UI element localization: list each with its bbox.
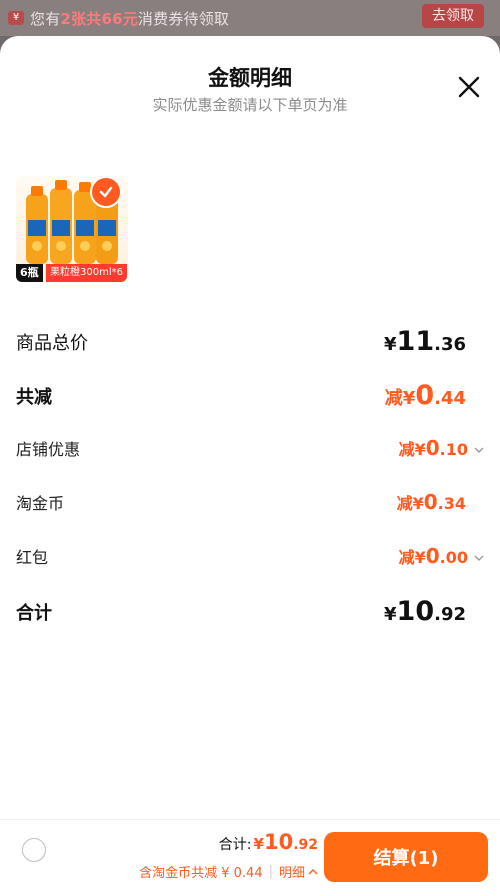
row-label: 合计	[16, 602, 52, 624]
banner-highlight: 2张共66元	[60, 9, 138, 28]
total-decimal: .92	[293, 837, 318, 853]
taojinbi-amount: 减¥ 0.34	[397, 490, 466, 514]
amount-decimal: .00	[439, 548, 468, 567]
row-label: 淘金币	[16, 494, 65, 513]
currency-symbol: 减¥	[396, 494, 424, 513]
currency-symbol: 减¥	[398, 548, 426, 567]
row-store-discount[interactable]: 店铺优惠 减¥ 0.10	[16, 436, 484, 460]
amount-detail-sheet: 金额明细 实际优惠金额请以下单页为准 6瓶 果粒橙300ml*6 商品总价 ¥ …	[0, 36, 500, 896]
checkout-button[interactable]: 结算(1)	[324, 832, 488, 882]
selected-check-icon[interactable]	[90, 176, 122, 208]
row-goods-total: 商品总价 ¥11.36	[16, 326, 484, 357]
row-total-discount: 共减 减¥ 0.44	[16, 380, 484, 411]
quantity-tag: 6瓶	[16, 264, 43, 282]
currency-symbol: 减¥	[398, 440, 426, 459]
chevron-down-icon[interactable]	[474, 553, 484, 563]
checkout-total: 合计: ¥10.92	[219, 830, 318, 854]
select-all-radio[interactable]	[22, 838, 46, 862]
amount-integer: 0	[425, 544, 440, 568]
amount-integer: 10	[396, 596, 435, 627]
spec-tag: 果粒橙300ml*6	[46, 264, 127, 282]
sheet-subtitle: 实际优惠金额请以下单页为准	[152, 96, 348, 114]
amount-decimal: .10	[439, 440, 468, 459]
banner-text-prefix: 您有	[30, 9, 61, 28]
currency-symbol: 减¥	[384, 388, 416, 409]
discount-summary-text: 含淘金币共减 ¥ 0.44	[139, 866, 263, 881]
grand-total-amount: ¥10.92	[384, 596, 466, 627]
divider: |	[268, 864, 273, 879]
currency-symbol: ¥	[253, 835, 264, 853]
amount-integer: 11	[396, 326, 435, 357]
close-icon[interactable]	[456, 74, 482, 100]
banner-text-suffix: 消费券待领取	[137, 9, 230, 28]
coupon-banner: ¥ 您有2张共66元消费券待领取 去领取	[0, 0, 500, 36]
row-label: 商品总价	[16, 332, 88, 354]
total-discount-amount: 减¥ 0.44	[385, 380, 466, 411]
total-integer: 10	[263, 830, 294, 854]
amount-decimal: .44	[434, 388, 466, 409]
checkout-bar: 合计: ¥10.92 含淘金币共减 ¥ 0.44 | 明细 结算(1)	[0, 819, 500, 896]
coupon-icon: ¥	[8, 11, 24, 25]
chevron-down-icon[interactable]	[474, 445, 484, 455]
claim-coupon-button[interactable]: 去领取	[422, 4, 484, 28]
row-grand-total: 合计 ¥10.92	[16, 596, 484, 627]
amount-decimal: .34	[437, 494, 466, 513]
goods-total-amount: ¥11.36	[384, 326, 466, 357]
row-label: 红包	[16, 548, 49, 567]
amount-decimal: .92	[434, 604, 466, 625]
row-red-packet[interactable]: 红包 减¥ 0.00	[16, 544, 484, 568]
amount-decimal: .36	[434, 334, 466, 355]
amount-integer: 0	[423, 490, 438, 514]
chevron-up-icon[interactable]	[308, 867, 318, 877]
amount-integer: 0	[415, 380, 435, 411]
sheet-title: 金额明细	[208, 66, 292, 90]
total-label: 合计:	[218, 837, 252, 853]
detail-toggle[interactable]: 明细	[279, 862, 305, 881]
discount-summary: 含淘金币共减 ¥ 0.44 | 明细	[139, 862, 318, 881]
coupon-banner-text: 您有2张共66元消费券待领取	[30, 8, 229, 29]
currency-symbol: ¥	[384, 334, 397, 355]
row-label: 共减	[16, 386, 52, 408]
red-packet-amount[interactable]: 减¥ 0.00	[399, 544, 484, 568]
store-discount-amount[interactable]: 减¥ 0.10	[399, 436, 484, 460]
row-label: 店铺优惠	[16, 440, 81, 459]
currency-symbol: ¥	[384, 604, 397, 625]
row-taojinbi: 淘金币 减¥ 0.34	[16, 490, 484, 514]
amount-integer: 0	[425, 436, 440, 460]
